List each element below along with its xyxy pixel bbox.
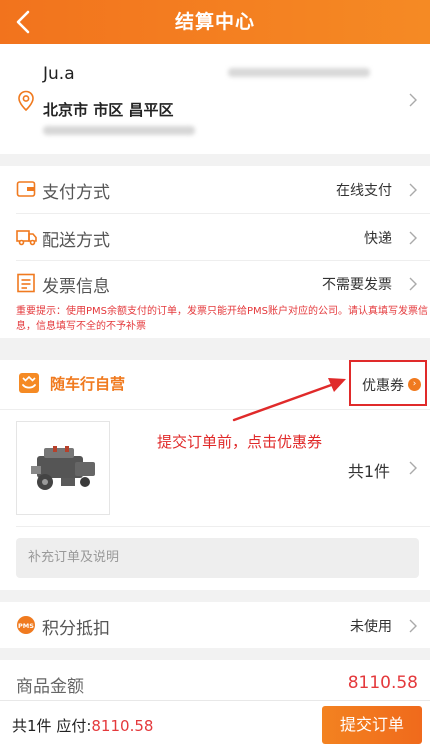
street-redacted [43, 126, 195, 135]
points-coin-icon: PMS [16, 615, 36, 639]
product-count[interactable]: 共1件 [348, 458, 390, 482]
chevron-right-icon [408, 182, 418, 201]
location-pin-icon [16, 90, 36, 116]
payment-method-label: 支付方式 [42, 183, 110, 203]
submit-order-button[interactable]: 提交订单 [322, 706, 422, 744]
coupon-button[interactable]: 优惠券 › [349, 360, 427, 406]
annotation-text: 提交订单前，点击优惠券 [157, 433, 323, 451]
payment-method-value: 在线支付 [336, 183, 392, 199]
bottom-bar: 共1件 应付:8110.58 提交订单 [0, 700, 430, 748]
chevron-right-icon [408, 230, 418, 249]
chevron-right-icon [408, 460, 418, 479]
delivery-method-label: 配送方式 [42, 231, 110, 251]
top-bar: 结算中心 [0, 0, 430, 44]
shop-name: 随车行自营 [50, 375, 126, 393]
chevron-right-icon [408, 276, 418, 295]
recipient-name: Ju.a [43, 64, 75, 84]
product-image[interactable] [16, 421, 110, 515]
shop-logo-icon [18, 372, 40, 398]
order-remark-input[interactable]: 补充订单及说明 [16, 538, 419, 578]
total-count: 共1件 [12, 717, 52, 735]
svg-text:PMS: PMS [18, 622, 34, 630]
truck-icon [16, 227, 38, 251]
address-region: 北京市 市区 昌平区 [43, 101, 174, 119]
goods-amount-value: 8110.58 [347, 673, 418, 693]
annotation-arrow-icon [232, 378, 346, 422]
address-card[interactable]: Ju.a 北京市 市区 昌平区 [0, 44, 430, 154]
points-deduction-row[interactable]: PMS 积分抵扣 未使用 [0, 602, 430, 648]
payment-method-row[interactable]: 支付方式 在线支付 [0, 166, 430, 212]
coupon-label: 优惠券 [362, 378, 404, 394]
invoice-value: 不需要发票 [322, 277, 392, 293]
payable-label: 应付: [56, 717, 92, 735]
wallet-icon [16, 179, 36, 203]
engine-image-icon [31, 446, 95, 490]
points-label: 积分抵扣 [42, 619, 110, 639]
payable-amount: 8110.58 [91, 717, 154, 735]
invoice-notice: 重要提示：使用PMS余额支付的订单，发票只能开给PMS账户对应的公司。请认真填写… [16, 306, 429, 332]
shop-section: 随车行自营 优惠券 › 提交订单前，点击优惠券 共1件 补充订单及说明 [0, 360, 430, 590]
goods-amount-label: 商品金额 [16, 677, 84, 697]
delivery-method-value: 快递 [364, 231, 392, 247]
goods-amount-row: 商品金额 8110.58 [0, 660, 430, 700]
chevron-right-circle-icon: › [408, 378, 421, 391]
divider [0, 409, 430, 410]
chevron-right-icon [408, 92, 418, 111]
invoice-row[interactable]: 发票信息 不需要发票 [0, 260, 430, 306]
invoice-label: 发票信息 [42, 277, 110, 297]
delivery-method-row[interactable]: 配送方式 快递 [0, 214, 430, 260]
divider [16, 526, 430, 527]
points-value: 未使用 [350, 619, 392, 635]
chevron-right-icon [408, 618, 418, 637]
order-summary: 共1件 应付:8110.58 [12, 715, 153, 736]
page-title: 结算中心 [174, 11, 255, 33]
phone-redacted [228, 68, 370, 77]
order-options: 支付方式 在线支付 配送方式 快递 发票信息 不需要发票 重要提示：使用PMS余… [0, 166, 430, 338]
invoice-icon [16, 273, 36, 297]
